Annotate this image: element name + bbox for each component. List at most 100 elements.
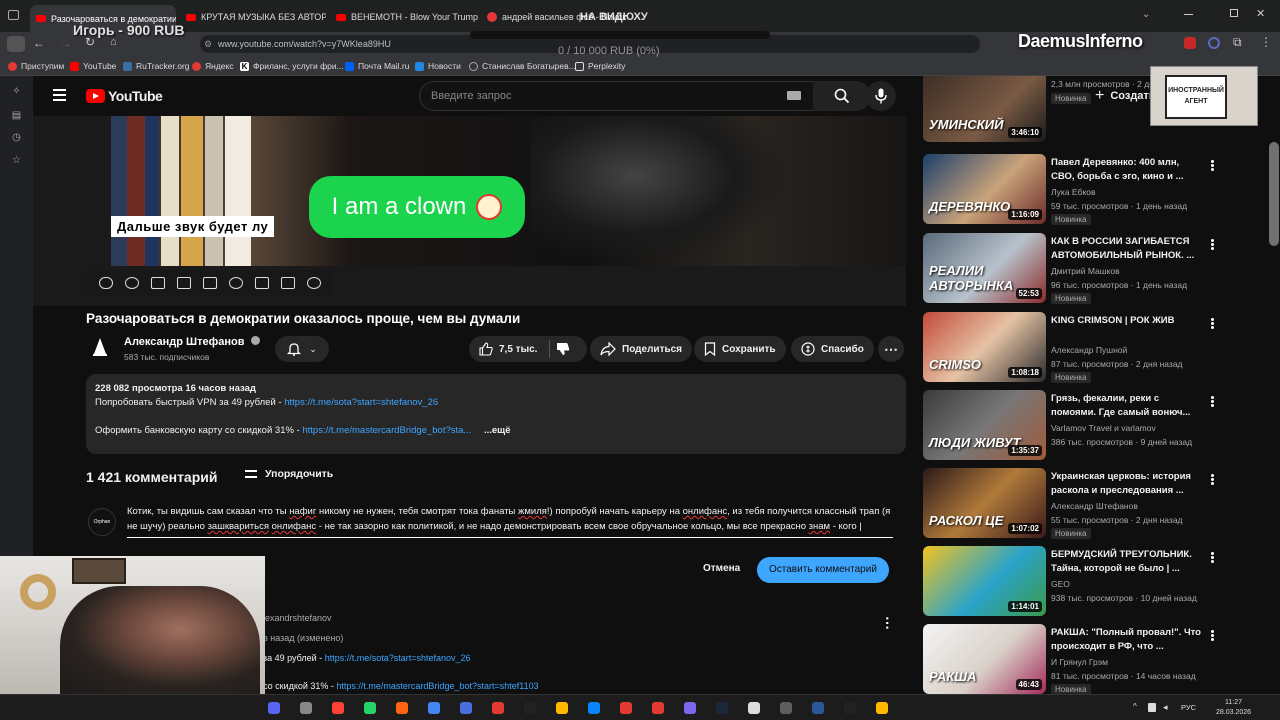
hamburger-menu-icon[interactable] — [53, 89, 66, 91]
recommended-channel[interactable]: И Грянул Грэм — [1051, 657, 1108, 667]
system-clock[interactable]: 11:27 28.03.2026 — [1216, 698, 1251, 718]
recommended-title[interactable]: Грязь, фекалии, реки с помоями. Где самы… — [1051, 392, 1201, 420]
visibility-icon[interactable] — [151, 277, 165, 289]
bookmark-item[interactable]: RuTracker.org — [123, 61, 190, 71]
bookmark-item[interactable]: K Фриланс, услуги фри... — [240, 61, 344, 71]
recommended-video[interactable]: CRIMSO 1:08:18 KING CRIMSON | РОК ЖИВ Алекс… — [923, 312, 1243, 384]
steam-icon[interactable] — [716, 702, 728, 714]
vpn-icon[interactable] — [1208, 37, 1220, 49]
site-info-icon[interactable]: ⚙ — [204, 35, 212, 53]
video-description[interactable]: 228 082 просмотра 16 часов назад Попробо… — [86, 374, 906, 454]
app-icon[interactable] — [780, 702, 792, 714]
bookmark-item[interactable]: Perplexity — [575, 61, 625, 71]
channel-avatar-icon[interactable] — [91, 337, 109, 357]
comment-link[interactable]: https://t.me/sota?start=shtefanov_26 — [325, 653, 471, 663]
channel-name[interactable]: Александр Штефанов — [124, 336, 260, 348]
more-vertical-icon[interactable] — [1211, 552, 1214, 555]
recommended-title[interactable]: Павел Деревянко: 400 млн, СВО, борьба с … — [1051, 156, 1201, 184]
back-icon[interactable]: ← — [33, 36, 45, 50]
cancel-button[interactable]: Отмена — [703, 563, 740, 574]
recommended-channel[interactable]: GEO — [1051, 579, 1070, 589]
video-thumbnail[interactable]: 1:14:01 — [923, 546, 1046, 616]
browser-tab[interactable]: КРУТАЯ МУЗЫКА БЕЗ АВТОРСКОГО ✕ — [180, 6, 326, 28]
recommended-video[interactable]: РЕАЛИИ АВТОРЫНКА 52:53 КАК В РОССИИ ЗАГИБА… — [923, 233, 1243, 305]
recommended-title[interactable]: Украинская церковь: история раскола и пр… — [1051, 470, 1201, 498]
opera-icon[interactable] — [620, 702, 632, 714]
recommended-title[interactable]: БЕРМУДСКИЙ ТРЕУГОЛЬНИК. Тайна, которой н… — [1051, 548, 1201, 576]
word-icon[interactable] — [812, 702, 824, 714]
browser-tab[interactable]: ВЕНЕМОТН - Blow Your Trumpets ✕ — [330, 6, 478, 28]
video-player[interactable]: Дальше звук будет лу I am a clown — [33, 116, 906, 306]
comment-menu-icon[interactable]: ⋯ — [880, 616, 896, 629]
sidebar-toggle-icon[interactable] — [7, 36, 25, 52]
star-icon[interactable]: ☆ — [11, 155, 22, 166]
search-input[interactable]: Введите запрос — [419, 81, 843, 111]
bookmark-item[interactable]: Яндекс — [192, 61, 234, 71]
tab-actions-icon[interactable] — [8, 10, 19, 20]
recommended-title[interactable]: РАКША: "Полный провал!". Что происходит … — [1051, 626, 1201, 654]
app-icon[interactable] — [844, 702, 856, 714]
globe-icon[interactable] — [748, 702, 760, 714]
cinema-icon[interactable] — [177, 277, 191, 289]
forward-icon[interactable]: → — [60, 36, 72, 50]
bookmark-item[interactable]: Новости — [415, 61, 461, 71]
menu-icon[interactable]: ⋮ — [1260, 35, 1272, 49]
recommended-video[interactable]: ЛЮДИ ЖИВУТ 1:35:37 Грязь, фекалии, реки с … — [923, 390, 1243, 462]
audio-icon[interactable] — [125, 277, 139, 289]
network-icon[interactable] — [1148, 703, 1156, 712]
sort-comments-button[interactable]: Упорядочить — [245, 468, 333, 480]
volume-icon[interactable]: ◂ — [1163, 702, 1168, 713]
user-avatar[interactable]: Orphan — [88, 508, 116, 536]
description-link[interactable]: https://t.me/sota?start=shtefanov_26 — [284, 397, 438, 408]
voice-search-button[interactable] — [866, 81, 896, 111]
video-thumbnail[interactable]: РАСКОЛ ЦЕ 1:07:02 — [923, 468, 1046, 538]
like-button[interactable]: 7,5 тыс. — [469, 336, 587, 362]
recommended-video[interactable]: 1:14:01 БЕРМУДСКИЙ ТРЕУГОЛЬНИК. Тайна, ко… — [923, 546, 1243, 618]
youtube-logo[interactable]: YouTube — [86, 88, 163, 104]
more-vertical-icon[interactable] — [1211, 630, 1214, 633]
more-vertical-icon[interactable] — [1211, 239, 1214, 242]
frame-step-icon[interactable] — [255, 277, 269, 289]
folder-icon[interactable] — [876, 702, 888, 714]
app-icon[interactable] — [300, 702, 312, 714]
more-vertical-icon[interactable] — [1211, 474, 1214, 477]
video-thumbnail[interactable]: УМИНСКИЙ 3:46:10 — [923, 76, 1046, 142]
recommended-channel[interactable]: Лука Ебков — [1051, 187, 1096, 197]
comment-link[interactable]: https://t.me/mastercardBridge_bot?start=… — [336, 681, 538, 691]
file-explorer-icon[interactable] — [556, 702, 568, 714]
more-actions-button[interactable]: ⋯ — [878, 336, 904, 362]
more-vertical-icon[interactable] — [1211, 160, 1214, 163]
recommended-channel[interactable]: Дмитрий Машков — [1051, 266, 1120, 276]
settings-gear-icon[interactable] — [307, 277, 321, 289]
minimize-icon[interactable] — [1184, 14, 1193, 15]
bookmark-item[interactable]: Станислав Богатырев... — [469, 61, 576, 71]
edge-icon[interactable] — [588, 702, 600, 714]
discord-icon[interactable] — [268, 702, 280, 714]
thanks-button[interactable]: Спасибо — [791, 336, 874, 362]
extensions-icon[interactable] — [1184, 37, 1196, 49]
reading-list-icon[interactable]: ▤ — [11, 110, 22, 121]
maximize-icon[interactable] — [1230, 9, 1238, 17]
show-more-button[interactable]: ...ещё — [484, 425, 511, 436]
search-button[interactable] — [813, 81, 871, 111]
comment-input[interactable]: Котик, ты видишь сам сказал что ты нафиг… — [127, 504, 893, 538]
thumbs-down-icon[interactable] — [556, 342, 570, 356]
history-icon[interactable]: ◷ — [11, 132, 22, 143]
recommended-title[interactable]: KING CRIMSON | РОК ЖИВ — [1051, 314, 1201, 328]
recommended-video[interactable]: РАКША 46:43 РАКША: "Полный провал!". Что п… — [923, 624, 1243, 694]
share-button[interactable]: Поделиться — [590, 336, 693, 362]
ai-icon[interactable]: ✧ — [11, 86, 22, 97]
tab-search-icon[interactable]: ⌄ — [1142, 9, 1150, 20]
recommended-channel[interactable]: Александр Штефанов — [1051, 501, 1138, 511]
comment-author[interactable]: lexandrshtefanov — [263, 608, 863, 628]
keyboard-icon[interactable] — [787, 91, 801, 100]
screenshot-icon[interactable] — [281, 277, 295, 289]
notification-bell-button[interactable]: ⌄ — [275, 336, 329, 362]
video-thumbnail[interactable]: РАКША 46:43 — [923, 624, 1046, 694]
video-thumbnail[interactable]: CRIMSO 1:08:18 — [923, 312, 1046, 382]
recommended-channel[interactable]: Varlamov Travel и varlamov — [1051, 423, 1156, 433]
speed-icon[interactable] — [229, 277, 243, 289]
firefox-icon[interactable] — [396, 702, 408, 714]
whatsapp-icon[interactable] — [364, 702, 376, 714]
bookmark-item[interactable]: Почта Mail.ru — [345, 61, 409, 71]
